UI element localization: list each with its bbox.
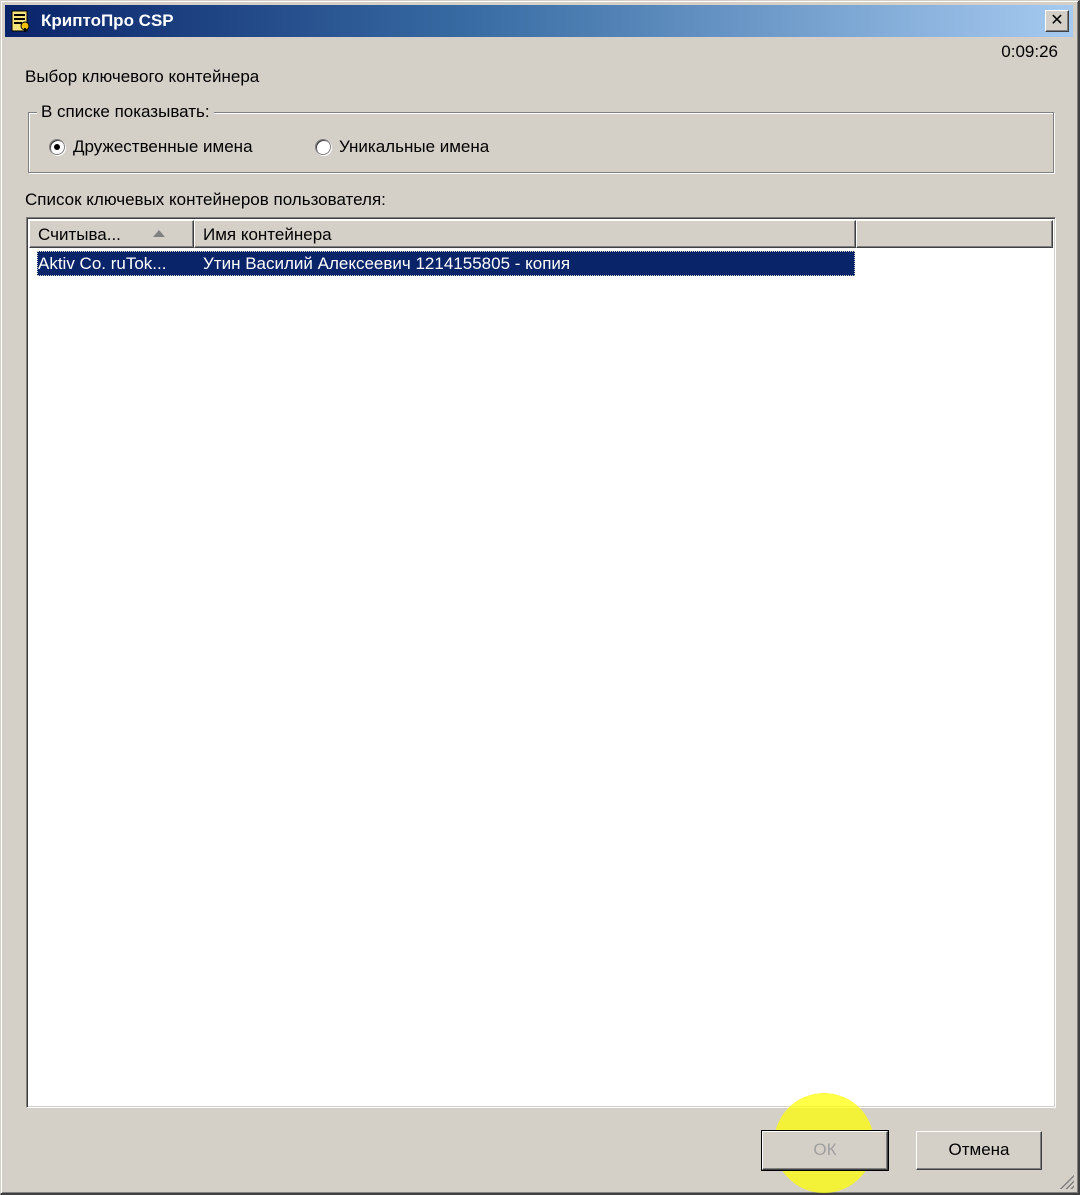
- list-item-container: Утин Василий Алексеевич 1214155805 - коп…: [203, 253, 571, 273]
- resize-grip-icon[interactable]: [1058, 1173, 1074, 1189]
- window-title: КриптоПро CSP: [41, 11, 174, 30]
- radio-friendly-names[interactable]: Дружественные имена: [49, 137, 253, 157]
- close-icon: ✕: [1050, 12, 1064, 29]
- container-list-label: Список ключевых контейнеров пользователя…: [25, 190, 386, 209]
- sort-ascending-icon: [153, 230, 165, 237]
- timeout-timer: 0:09:26: [1001, 42, 1058, 61]
- ok-button[interactable]: ОК: [761, 1130, 889, 1171]
- ok-button-label: ОК: [813, 1140, 837, 1159]
- list-item[interactable]: Aktiv Co. ruTok... Утин Василий Алексеев…: [37, 251, 855, 276]
- close-button[interactable]: ✕: [1045, 10, 1069, 32]
- column-header-reader-label: Считыва...: [38, 225, 121, 244]
- radio-unique-names[interactable]: Уникальные имена: [315, 137, 489, 157]
- radio-friendly-names-label[interactable]: Дружественные имена: [73, 137, 253, 157]
- column-header-container[interactable]: Имя контейнера: [194, 220, 856, 248]
- cancel-button-label: Отмена: [948, 1140, 1010, 1159]
- show-mode-legend: В списке показывать:: [37, 102, 214, 122]
- key-certificate-icon: [11, 10, 30, 32]
- list-item-reader: Aktiv Co. ruTok...: [38, 253, 167, 273]
- radio-checked-icon[interactable]: [49, 139, 65, 155]
- dialog-subtitle: Выбор ключевого контейнера: [25, 67, 260, 86]
- show-mode-group: В списке показывать: Дружественные имена…: [28, 102, 1054, 173]
- list-header: Считыва... Имя контейнера: [29, 220, 1053, 248]
- cancel-button[interactable]: Отмена: [916, 1131, 1042, 1170]
- container-list[interactable]: Считыва... Имя контейнера Aktiv Co. ruTo…: [26, 217, 1056, 1108]
- title-bar[interactable]: КриптоПро CSP ✕: [5, 5, 1073, 37]
- column-header-reader[interactable]: Считыва...: [29, 220, 194, 248]
- column-header-filler: [856, 220, 1053, 248]
- column-header-container-label: Имя контейнера: [203, 225, 332, 244]
- radio-unchecked-icon[interactable]: [315, 139, 331, 155]
- dialog-window: КриптоПро CSP ✕ 0:09:26 Выбор ключевого …: [0, 0, 1080, 1195]
- radio-unique-names-label[interactable]: Уникальные имена: [339, 137, 489, 157]
